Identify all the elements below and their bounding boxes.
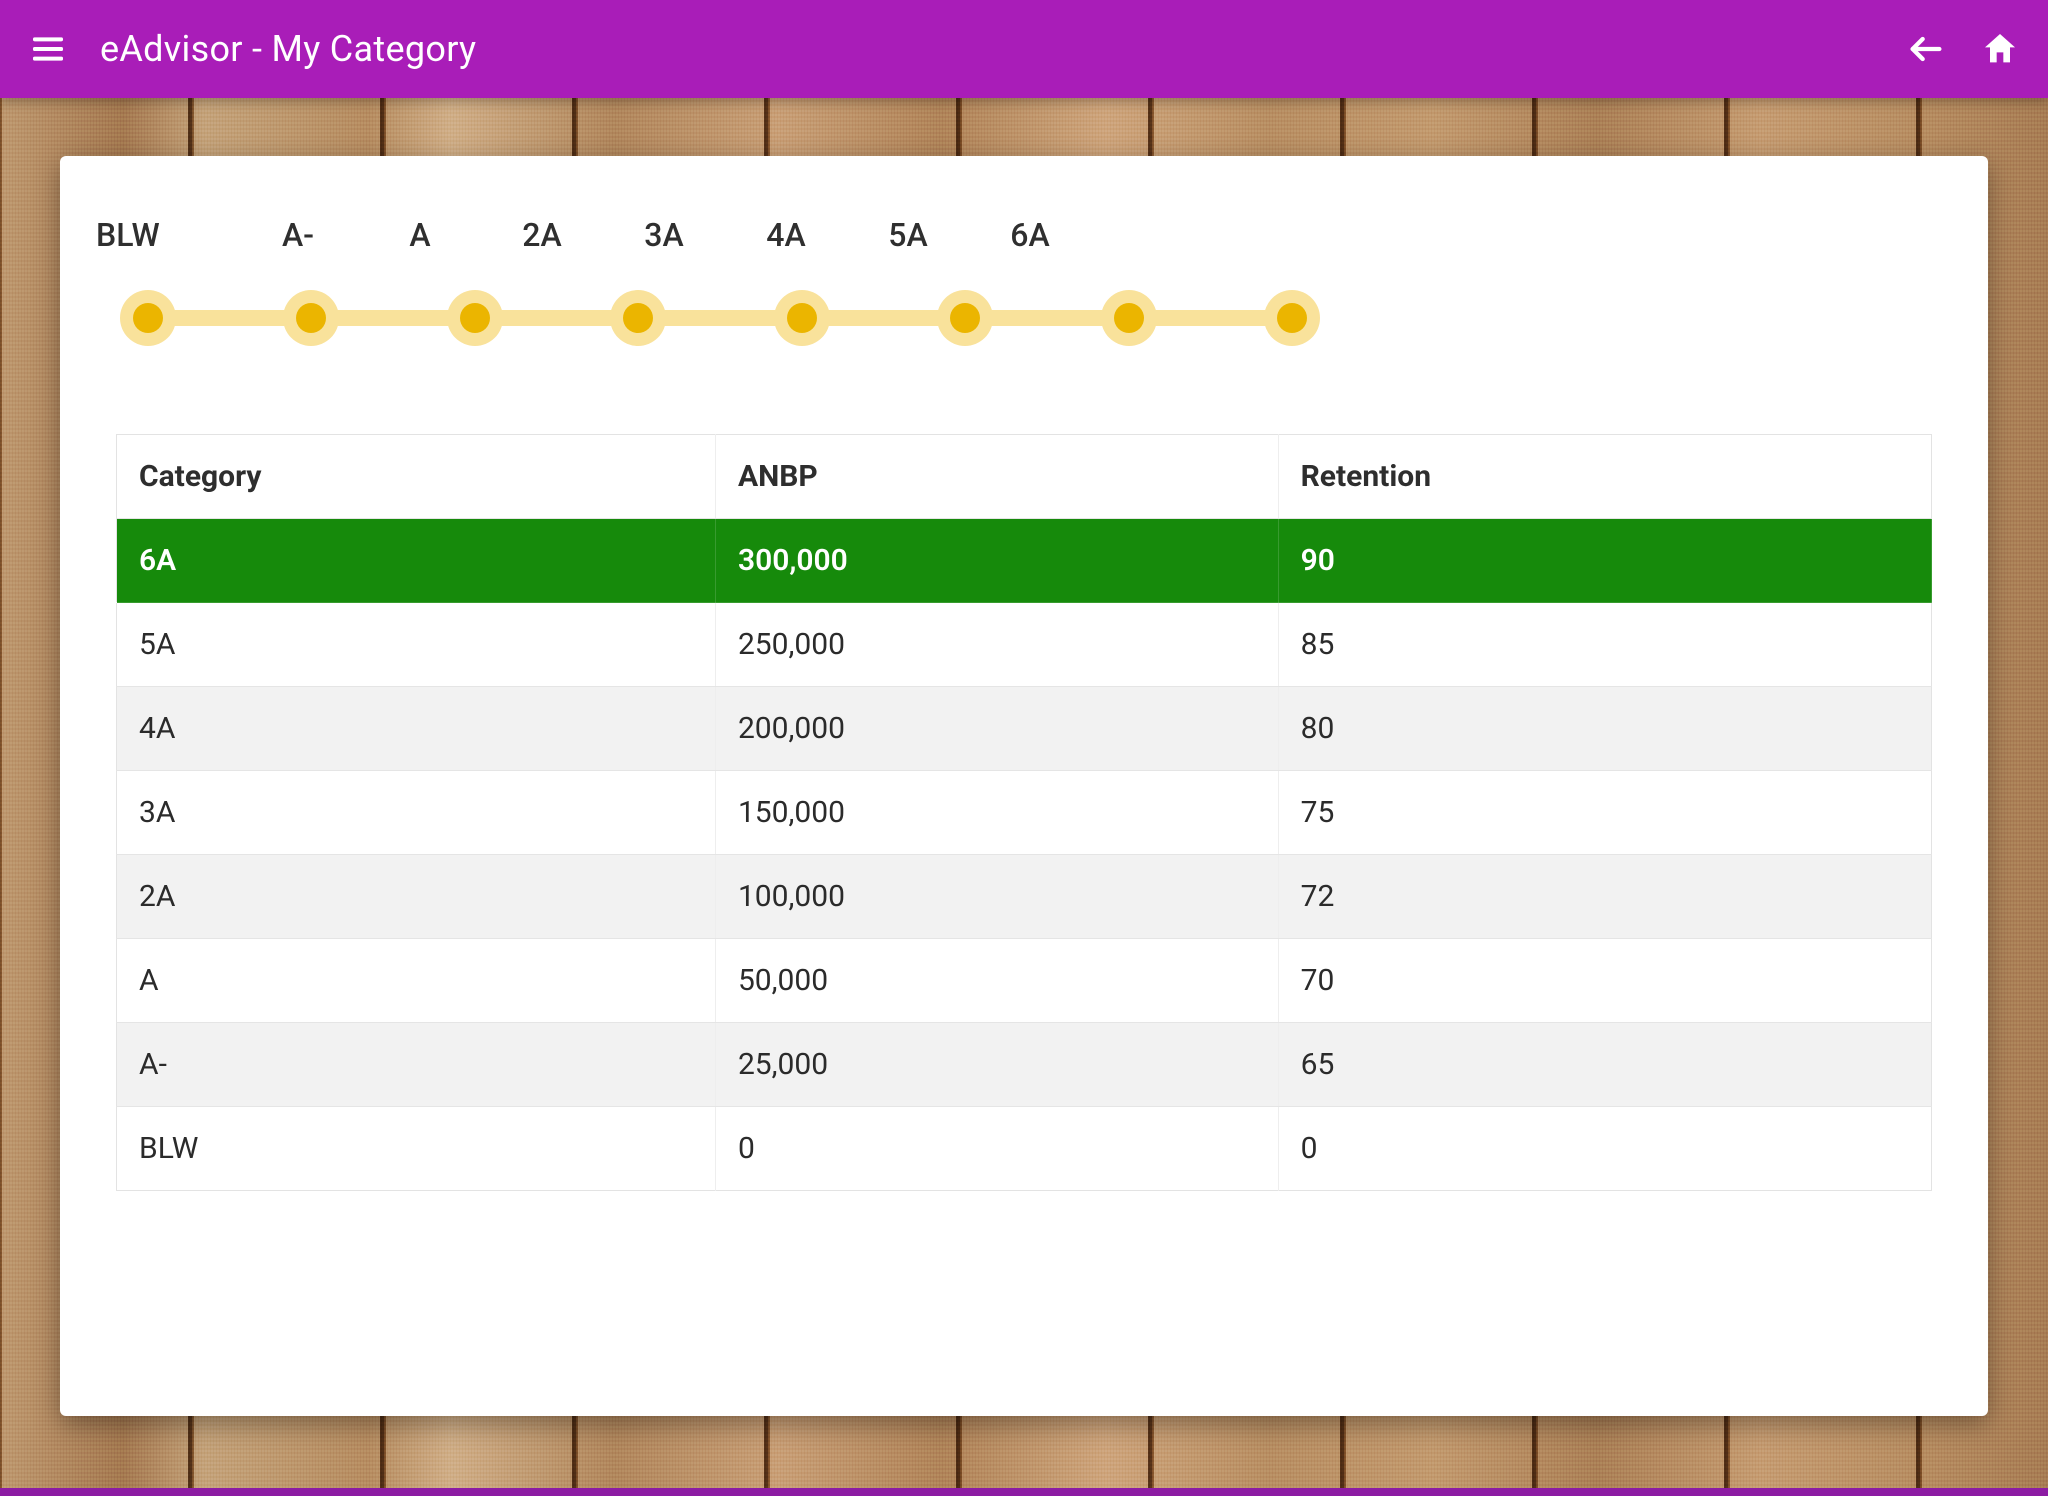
cell-retention: 72 (1278, 855, 1931, 939)
table-row[interactable]: A-25,00065 (117, 1023, 1932, 1107)
home-icon[interactable] (1980, 29, 2020, 69)
stepper-node[interactable] (447, 290, 503, 346)
cell-retention: 90 (1278, 519, 1931, 603)
stepper-node[interactable] (610, 290, 666, 346)
table-header-row: Category ANBP Retention (117, 435, 1932, 519)
col-header-anbp: ANBP (715, 435, 1278, 519)
cell-category: BLW (117, 1107, 716, 1191)
col-header-retention: Retention (1278, 435, 1931, 519)
cell-category: 6A (117, 519, 716, 603)
stepper-node[interactable] (1101, 290, 1157, 346)
appbar: eAdvisor - My Category (0, 0, 2048, 98)
stepper-node[interactable] (283, 290, 339, 346)
table-row[interactable]: 2A100,00072 (117, 855, 1932, 939)
cell-anbp: 200,000 (715, 687, 1278, 771)
table-row[interactable]: 3A150,00075 (117, 771, 1932, 855)
stepper-node[interactable] (937, 290, 993, 346)
cell-retention: 75 (1278, 771, 1931, 855)
cell-retention: 65 (1278, 1023, 1931, 1107)
stepper-node-inner (460, 303, 490, 333)
table-row[interactable]: BLW00 (117, 1107, 1932, 1191)
category-card: BLWA-A2A3A4A5A6A Category ANBP Retention… (60, 156, 1988, 1416)
stepper-node[interactable] (774, 290, 830, 346)
stepper-node-inner (787, 303, 817, 333)
cell-retention: 85 (1278, 603, 1931, 687)
cell-anbp: 250,000 (715, 603, 1278, 687)
stepper-node-inner (133, 303, 163, 333)
table-row[interactable]: A50,00070 (117, 939, 1932, 1023)
cell-retention: 80 (1278, 687, 1931, 771)
cell-category: 2A (117, 855, 716, 939)
cell-retention: 70 (1278, 939, 1931, 1023)
stepper-node-inner (296, 303, 326, 333)
stepper-label: 6A (950, 216, 1110, 254)
col-header-category: Category (117, 435, 716, 519)
category-stepper: BLWA-A2A3A4A5A6A (120, 216, 1320, 354)
back-icon[interactable] (1906, 29, 1946, 69)
cell-category: 5A (117, 603, 716, 687)
stepper-node-inner (623, 303, 653, 333)
cell-category: 3A (117, 771, 716, 855)
cell-anbp: 50,000 (715, 939, 1278, 1023)
page-title: eAdvisor - My Category (100, 28, 476, 70)
table-row[interactable]: 4A200,00080 (117, 687, 1932, 771)
cell-anbp: 100,000 (715, 855, 1278, 939)
cell-retention: 0 (1278, 1107, 1931, 1191)
stepper-node[interactable] (1264, 290, 1320, 346)
cell-category: A (117, 939, 716, 1023)
cell-category: A- (117, 1023, 716, 1107)
stepper-node[interactable] (120, 290, 176, 346)
bottom-bar (0, 1488, 2048, 1496)
stepper-node-inner (1277, 303, 1307, 333)
stepper-node-inner (1114, 303, 1144, 333)
table-row[interactable]: 5A250,00085 (117, 603, 1932, 687)
cell-anbp: 150,000 (715, 771, 1278, 855)
table-row[interactable]: 6A300,00090 (117, 519, 1932, 603)
stepper-node-inner (950, 303, 980, 333)
cell-anbp: 300,000 (715, 519, 1278, 603)
cell-category: 4A (117, 687, 716, 771)
cell-anbp: 25,000 (715, 1023, 1278, 1107)
category-table: Category ANBP Retention 6A300,000905A250… (116, 434, 1932, 1191)
menu-icon[interactable] (28, 29, 68, 69)
cell-anbp: 0 (715, 1107, 1278, 1191)
